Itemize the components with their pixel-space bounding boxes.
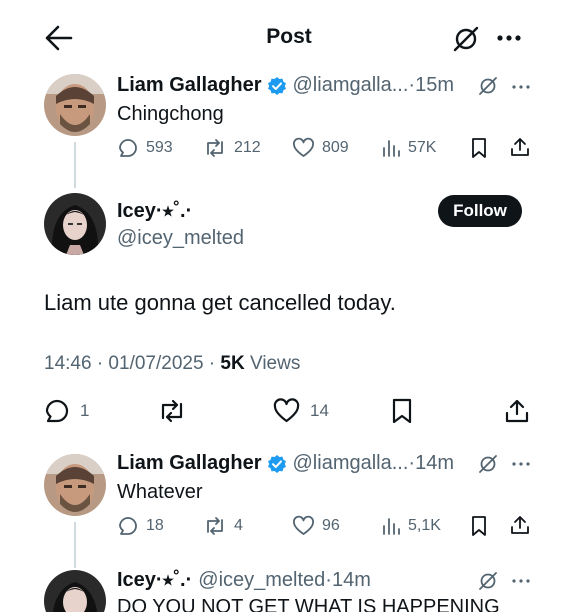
- reply-button[interactable]: 593: [117, 137, 173, 159]
- grok-icon[interactable]: [478, 571, 498, 591]
- repost-icon: [207, 139, 223, 157]
- separator: ·: [408, 452, 416, 474]
- heart-icon: [293, 137, 314, 157]
- view-count: 5,1K: [408, 517, 441, 534]
- repost-button[interactable]: 4: [203, 515, 243, 537]
- top-bar: Post: [0, 0, 578, 74]
- bookmark-icon[interactable]: [469, 137, 489, 164]
- verified-badge-icon: [267, 76, 287, 96]
- reply-icon: [119, 139, 137, 157]
- thread-line: [74, 522, 76, 568]
- like-button[interactable]: 96: [292, 515, 340, 537]
- repost-count: 4: [234, 517, 243, 534]
- grok-icon[interactable]: [452, 25, 480, 53]
- post-metadata: 14:46 · 01/07/2025 · 5K Views: [44, 353, 300, 375]
- like-count: 809: [322, 139, 349, 156]
- reply-text: Chingchong: [117, 103, 224, 125]
- views-button[interactable]: 57K: [381, 137, 436, 159]
- reply-icon: [119, 517, 137, 535]
- reply-count: 18: [146, 517, 164, 534]
- handle[interactable]: @icey_melted: [117, 227, 244, 250]
- more-options-icon[interactable]: [511, 80, 531, 94]
- post-datetime[interactable]: 14:46 · 01/07/2025 ·: [44, 353, 220, 374]
- analytics-icon: [383, 518, 400, 535]
- display-name[interactable]: Liam Gallagher: [117, 74, 262, 97]
- like-count: 14: [310, 401, 329, 420]
- display-name[interactable]: Icey·⭒˚.·: [117, 200, 192, 223]
- avatar[interactable]: [44, 193, 106, 255]
- repost-icon: [207, 517, 223, 535]
- like-count: 96: [322, 517, 340, 534]
- follow-button[interactable]: Follow: [438, 195, 522, 227]
- timestamp[interactable]: 14m: [415, 452, 454, 475]
- avatar[interactable]: [44, 74, 106, 136]
- display-name[interactable]: Icey·⭒˚.·: [117, 569, 192, 592]
- page-title: Post: [266, 25, 312, 48]
- handle[interactable]: @liamgalla...: [293, 452, 409, 475]
- reply-count: 593: [146, 139, 173, 156]
- display-name[interactable]: Liam Gallagher: [117, 452, 262, 475]
- views-button[interactable]: 5,1K: [381, 515, 441, 537]
- avatar[interactable]: [44, 454, 106, 516]
- analytics-icon: [383, 140, 400, 157]
- like-button[interactable]: 14: [273, 398, 329, 424]
- grok-icon[interactable]: [478, 76, 498, 96]
- reply-header: Liam Gallagher @liamgalla... · 15m: [117, 74, 454, 97]
- reply-header: Icey·⭒˚.· @icey_melted · 14m: [117, 569, 371, 592]
- view-count: 5K: [220, 353, 245, 374]
- avatar[interactable]: [44, 570, 106, 612]
- repost-button[interactable]: [157, 398, 187, 429]
- reply-icon: [45, 399, 69, 423]
- post-text: Liam ute gonna get cancelled today.: [44, 290, 396, 315]
- repost-button[interactable]: 212: [203, 137, 261, 159]
- heart-icon: [273, 398, 300, 423]
- reply-count: 1: [80, 401, 90, 420]
- handle[interactable]: @liamgalla...: [293, 74, 409, 97]
- bookmark-icon[interactable]: [390, 398, 414, 429]
- grok-icon[interactable]: [478, 454, 498, 474]
- more-options-icon[interactable]: [511, 457, 531, 471]
- separator: ·: [325, 569, 332, 591]
- share-icon[interactable]: [504, 398, 530, 429]
- timestamp[interactable]: 14m: [332, 569, 371, 592]
- like-button[interactable]: 809: [292, 137, 349, 159]
- repost-icon: [161, 399, 183, 423]
- reply-header: Liam Gallagher @liamgalla... · 14m: [117, 452, 454, 475]
- separator: ·: [408, 74, 416, 96]
- handle[interactable]: @icey_melted: [198, 569, 325, 592]
- verified-badge-icon: [267, 454, 287, 474]
- bookmark-icon[interactable]: [469, 515, 489, 542]
- views-label: Views: [244, 353, 301, 374]
- timestamp[interactable]: 15m: [415, 74, 454, 97]
- reply-text: Whatever: [117, 481, 203, 503]
- thread-line: [74, 142, 76, 188]
- more-options-icon[interactable]: [511, 574, 531, 588]
- reply-button[interactable]: 1: [44, 398, 89, 424]
- view-count: 57K: [408, 139, 437, 156]
- share-icon[interactable]: [509, 136, 531, 163]
- author-header: Icey·⭒˚.·: [117, 200, 192, 223]
- repost-count: 212: [234, 139, 261, 156]
- reply-button[interactable]: 18: [117, 515, 164, 537]
- share-icon[interactable]: [509, 514, 531, 541]
- more-options-icon[interactable]: [496, 27, 522, 49]
- reply-text: DO YOU NOT GET WHAT IS HAPPENING: [117, 596, 500, 612]
- heart-icon: [293, 515, 314, 535]
